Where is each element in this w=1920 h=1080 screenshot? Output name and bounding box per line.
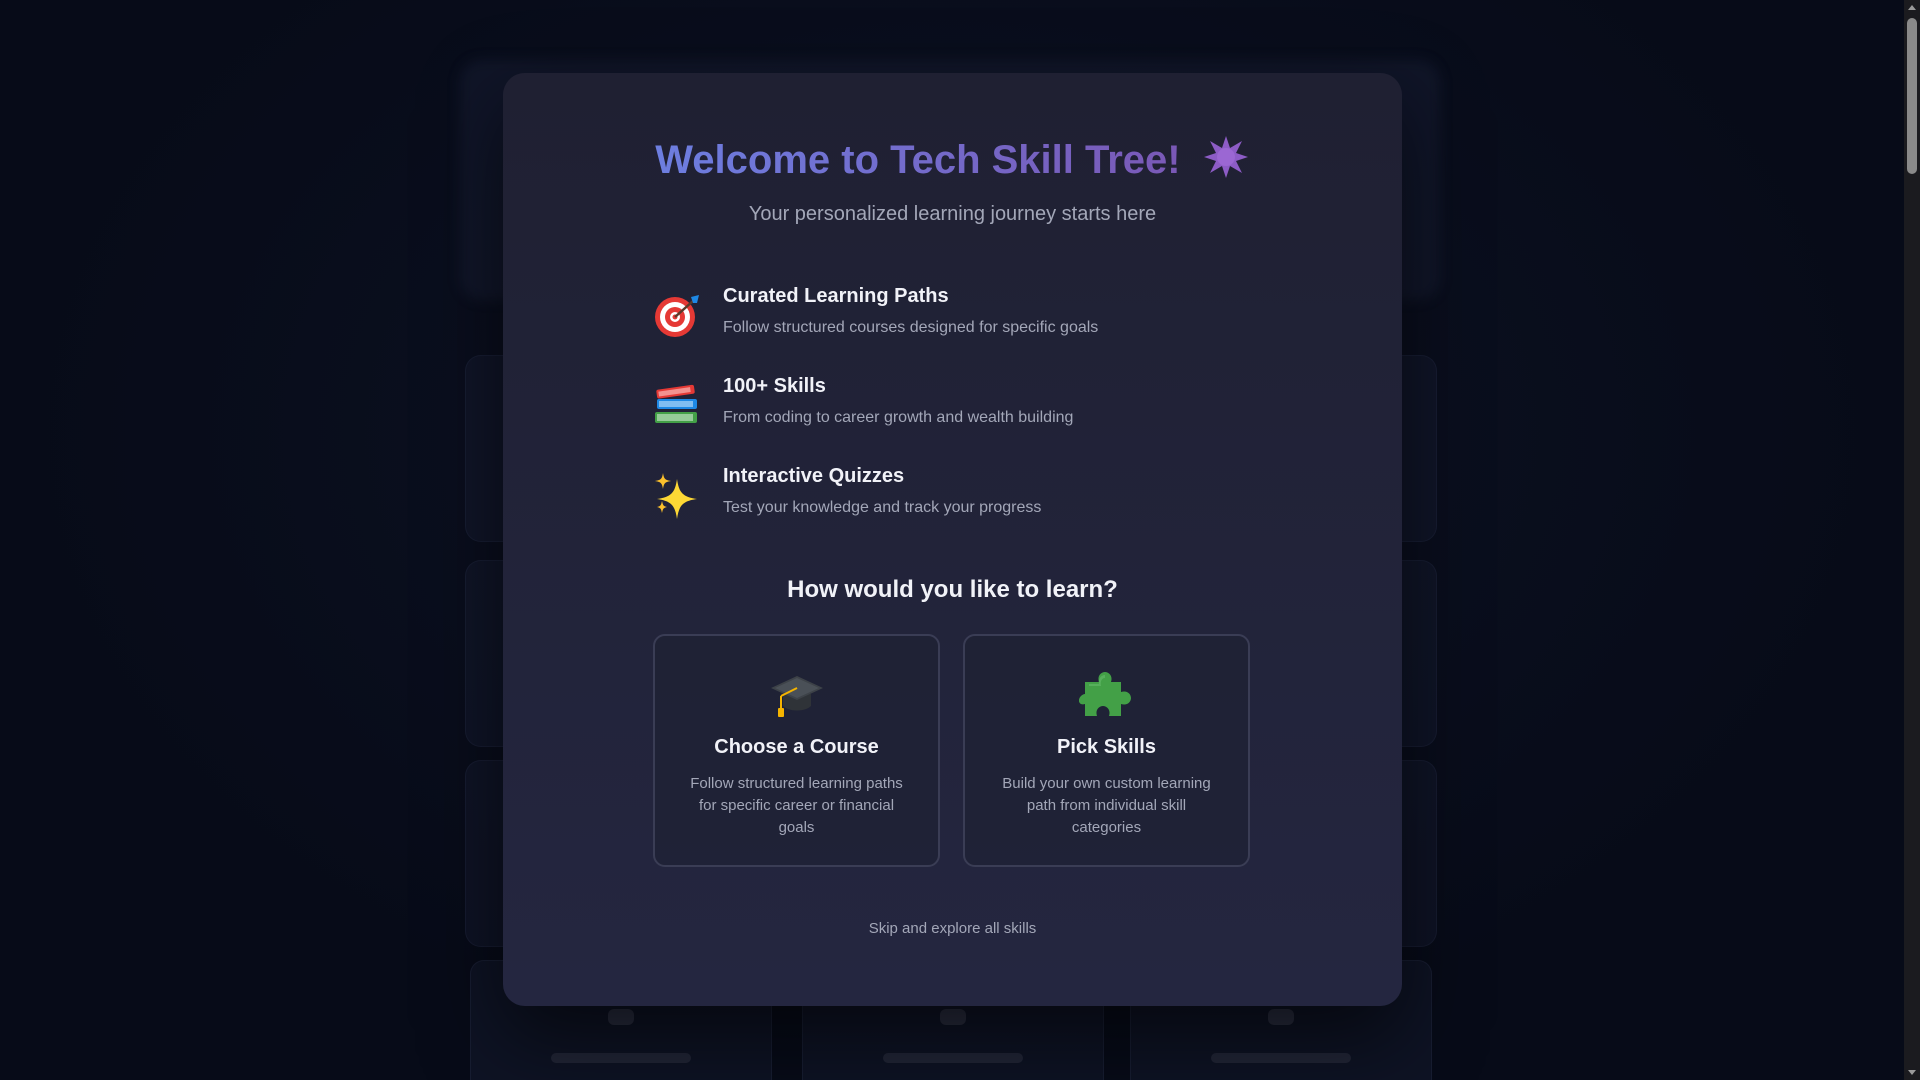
feature-description: Test your knowledge and track your progr… <box>723 499 1042 516</box>
choose-course-option[interactable]: Choose a Course Follow structured learni… <box>653 634 940 867</box>
books-icon <box>653 381 701 429</box>
puzzle-piece-icon <box>1078 666 1135 722</box>
feature-item-quizzes: Interactive Quizzes Test your knowledge … <box>653 465 1213 535</box>
option-title: Pick Skills <box>1057 736 1156 758</box>
feature-description: Follow structured courses designed for s… <box>723 319 1099 336</box>
feature-description: From coding to career growth and wealth … <box>723 409 1074 426</box>
feature-title: 100+ Skills <box>723 375 826 397</box>
welcome-modal: Welcome to Tech Skill Tree! Your persona… <box>503 73 1402 1006</box>
scrollbar-thumb[interactable] <box>1907 18 1917 174</box>
background-card-label <box>1211 1053 1351 1063</box>
background-card-label <box>551 1053 691 1063</box>
modal-title: Welcome to Tech Skill Tree! <box>503 133 1402 192</box>
modal-title-text: Welcome to Tech Skill Tree! <box>655 138 1181 182</box>
feature-title: Interactive Quizzes <box>723 465 905 487</box>
target-icon <box>653 291 701 339</box>
background-card-icon <box>940 1009 966 1025</box>
graduation-cap-icon <box>769 666 825 722</box>
option-title: Choose a Course <box>714 736 879 758</box>
app-background: Welcome to Tech Skill Tree! Your persona… <box>0 0 1904 1080</box>
feature-title: Curated Learning Paths <box>723 285 949 307</box>
scroll-up-icon[interactable] <box>1908 5 1916 10</box>
modal-subtitle: Your personalized learning journey start… <box>748 203 1157 225</box>
feature-item-curated-paths: Curated Learning Paths Follow structured… <box>653 285 1213 355</box>
background-card-icon <box>608 1009 634 1025</box>
scroll-down-icon[interactable] <box>1908 1070 1916 1075</box>
sparkles-icon <box>653 471 701 519</box>
feature-item-skills: 100+ Skills From coding to career growth… <box>653 375 1213 445</box>
skip-link[interactable]: Skip and explore all skills <box>503 920 1402 937</box>
option-description: Build your own custom learning path from… <box>1002 775 1211 836</box>
background-card-label <box>883 1053 1023 1063</box>
background-card-icon <box>1268 1009 1294 1025</box>
option-description: Follow structured learning paths for spe… <box>690 775 903 836</box>
pick-skills-option[interactable]: Pick Skills Build your own custom learni… <box>963 634 1250 867</box>
purple-star-icon <box>1202 133 1250 192</box>
learning-mode-question: How would you like to learn? <box>787 576 1118 603</box>
scrollbar[interactable] <box>1904 0 1920 1080</box>
